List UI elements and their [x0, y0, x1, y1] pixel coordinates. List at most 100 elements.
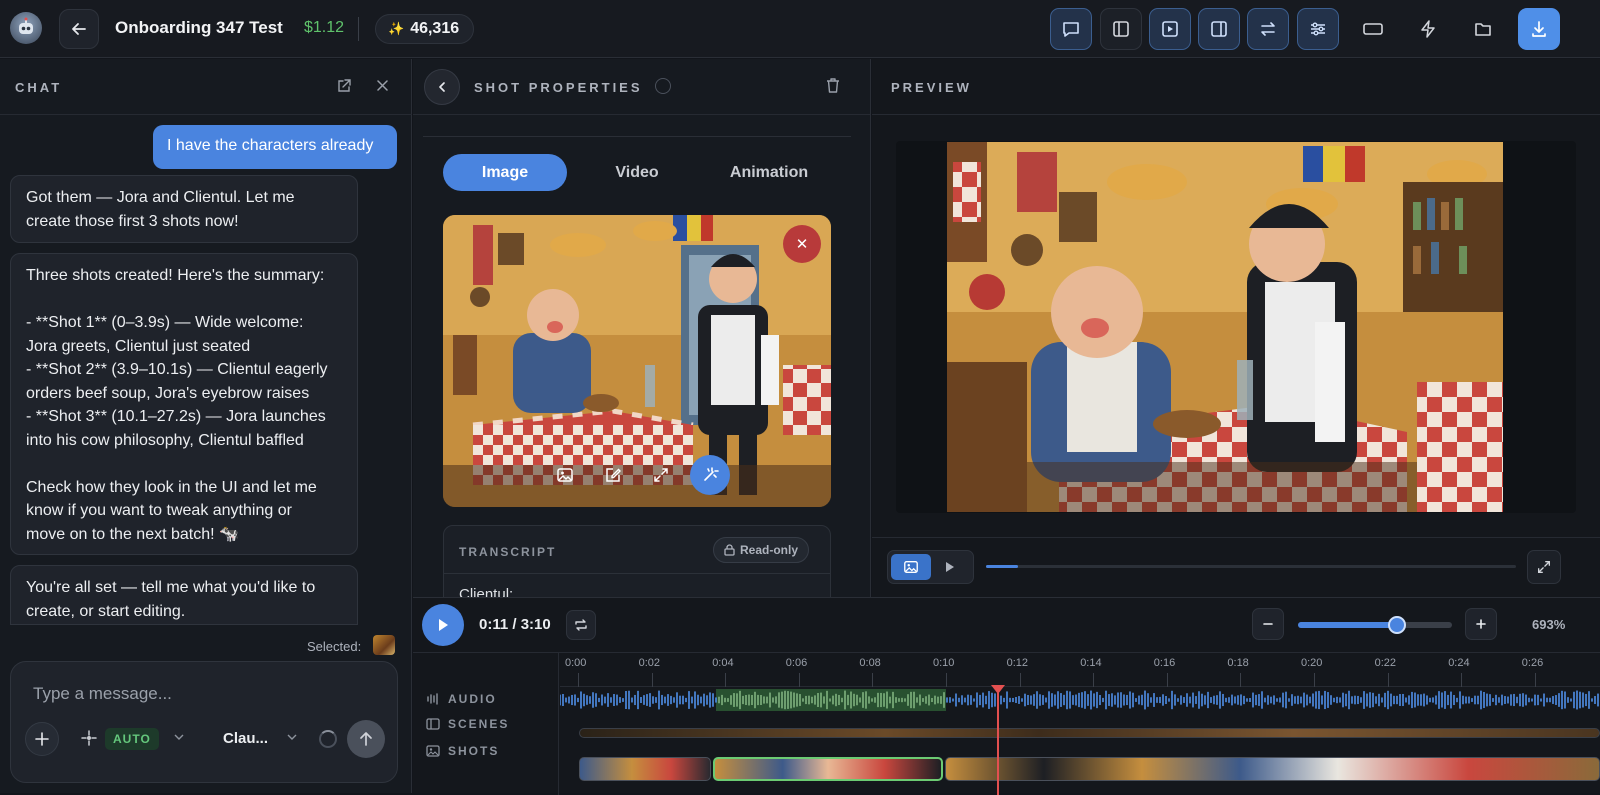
- playhead[interactable]: [997, 687, 999, 795]
- chevron-left-icon: [439, 82, 445, 92]
- transcript-card: TRANSCRIPT Read-only Clientul:: [443, 525, 831, 597]
- message-line: know if you want to tweak anything or: [26, 502, 292, 519]
- arrow-left-icon: [72, 23, 86, 35]
- preview-mode-toggle: [887, 550, 974, 584]
- chevron-down-icon[interactable]: [174, 733, 184, 741]
- help-icon[interactable]: [655, 78, 671, 94]
- sliders-icon: [1311, 22, 1325, 36]
- model-selector[interactable]: Clau...: [223, 730, 268, 747]
- shot-clip[interactable]: [579, 757, 711, 781]
- tick-mark: [651, 673, 653, 687]
- preview-controls: [872, 537, 1600, 597]
- divider: [872, 114, 1600, 115]
- track-labels: AUDIO SCENES SHOTS: [413, 653, 559, 795]
- top-bar: Onboarding 347 Test $1.12 ✨ 46,316: [0, 0, 1600, 58]
- close-icon[interactable]: [376, 79, 389, 92]
- left-panel-button[interactable]: [1100, 8, 1142, 50]
- preview-image[interactable]: [947, 142, 1503, 512]
- shot-image[interactable]: [443, 215, 831, 507]
- track-label-text: AUDIO: [448, 692, 497, 706]
- player-panel-button[interactable]: [1149, 8, 1191, 50]
- app-logo[interactable]: [10, 12, 42, 44]
- track-label-audio: AUDIO: [426, 692, 497, 706]
- tick-label: 0:22: [1374, 657, 1397, 669]
- zoom-slider-handle[interactable]: [1387, 616, 1406, 634]
- preview-scrubber[interactable]: [986, 565, 1516, 568]
- tick-mark: [1314, 673, 1315, 687]
- play-panel-icon: [1162, 21, 1178, 37]
- track-label-scenes: SCENES: [426, 717, 509, 731]
- lightning-button[interactable]: [1407, 8, 1449, 50]
- folder-button[interactable]: [1462, 8, 1504, 50]
- edit-image-button[interactable]: [596, 458, 630, 492]
- credits-value: 46,316: [410, 20, 460, 37]
- selected-thumbnail[interactable]: [373, 635, 395, 655]
- download-button[interactable]: [1518, 8, 1560, 50]
- message-line: Three shots created! Here's the summary:: [26, 267, 325, 284]
- swap-icon: [1261, 22, 1275, 36]
- send-button[interactable]: [347, 720, 385, 758]
- credits-badge[interactable]: ✨ 46,316: [375, 14, 475, 44]
- settings-button[interactable]: [1297, 8, 1339, 50]
- remove-image-button[interactable]: ✕: [783, 225, 821, 263]
- message-line: orders beef soup, Jora's eyebrow raises: [26, 384, 310, 402]
- attach-button[interactable]: [25, 722, 59, 756]
- media-tabs: Image Video Animation: [443, 154, 831, 191]
- tick-label: 0:26: [1521, 657, 1544, 669]
- time-ruler[interactable]: 0:00 0:02 0:04 0:06 0:08 0:10 0:12 0:14 0:16 0:18…: [560, 653, 1600, 687]
- divider: [0, 114, 412, 115]
- message-line: move on to the next batch! 🐄: [26, 525, 239, 543]
- expand-icon: [1538, 561, 1550, 573]
- aspect-ratio-button[interactable]: [1352, 8, 1394, 50]
- project-title: Onboarding 347 Test: [115, 18, 283, 37]
- zoom-in-button[interactable]: [1465, 608, 1497, 640]
- message-line: You're all set — tell me what you'd like…: [26, 579, 316, 596]
- message-line: Check how they look in the UI and let me: [26, 478, 317, 496]
- transcript-text: Clientul:: [459, 586, 514, 597]
- tab-image[interactable]: Image: [443, 154, 567, 191]
- tick-mark: [1166, 673, 1168, 687]
- loading-spinner: [319, 730, 337, 748]
- message-line: create, or start editing.: [26, 602, 186, 620]
- audio-track[interactable]: [560, 689, 1600, 711]
- chat-toggle-button[interactable]: [1050, 8, 1092, 50]
- message-line: [26, 288, 342, 312]
- user-message: I have the characters already: [153, 125, 397, 169]
- tick-label: 0:18: [1227, 657, 1249, 669]
- expand-image-button[interactable]: [644, 458, 678, 492]
- chevron-down-icon[interactable]: [287, 733, 297, 741]
- trash-icon[interactable]: [825, 77, 841, 94]
- preview-title: PREVIEW: [891, 80, 972, 95]
- zoom-slider[interactable]: [1298, 616, 1452, 634]
- chat-panel: CHAT I have the characters already Got t…: [0, 59, 412, 793]
- ai-enhance-button[interactable]: [690, 455, 730, 495]
- message-line: Got them — Jora and Clientul. Let me: [26, 189, 295, 206]
- play-icon[interactable]: [944, 560, 956, 574]
- zoom-out-button[interactable]: [1252, 608, 1284, 640]
- tab-video[interactable]: Video: [575, 154, 699, 191]
- tick-mark: [946, 673, 947, 687]
- mode-badge[interactable]: AUTO: [105, 728, 159, 750]
- message-composer: Type a message... AUTO Clau...: [10, 661, 398, 783]
- image-icon: [557, 468, 573, 482]
- read-only-label: Read-only: [740, 543, 799, 557]
- fullscreen-button[interactable]: [1527, 550, 1561, 584]
- shot-clip[interactable]: [945, 757, 1600, 781]
- play-button[interactable]: [422, 604, 464, 646]
- image-mode-button[interactable]: [891, 554, 931, 580]
- shot-clip-selected[interactable]: [713, 757, 943, 781]
- loop-button[interactable]: [566, 610, 596, 640]
- right-panel-button[interactable]: [1198, 8, 1240, 50]
- message-line: [26, 452, 342, 476]
- message-input[interactable]: Type a message...: [33, 684, 172, 704]
- back-button[interactable]: [59, 9, 99, 49]
- track-label-text: SHOTS: [448, 744, 500, 758]
- open-external-icon[interactable]: [336, 78, 352, 94]
- tab-animation[interactable]: Animation: [707, 154, 831, 191]
- scene-clip[interactable]: [579, 728, 1600, 738]
- swap-button[interactable]: [1247, 8, 1289, 50]
- chat-icon: [1063, 22, 1079, 37]
- back-button[interactable]: [424, 69, 460, 105]
- panel-title: SHOT PROPERTIES: [474, 80, 643, 95]
- replace-image-button[interactable]: [548, 458, 582, 492]
